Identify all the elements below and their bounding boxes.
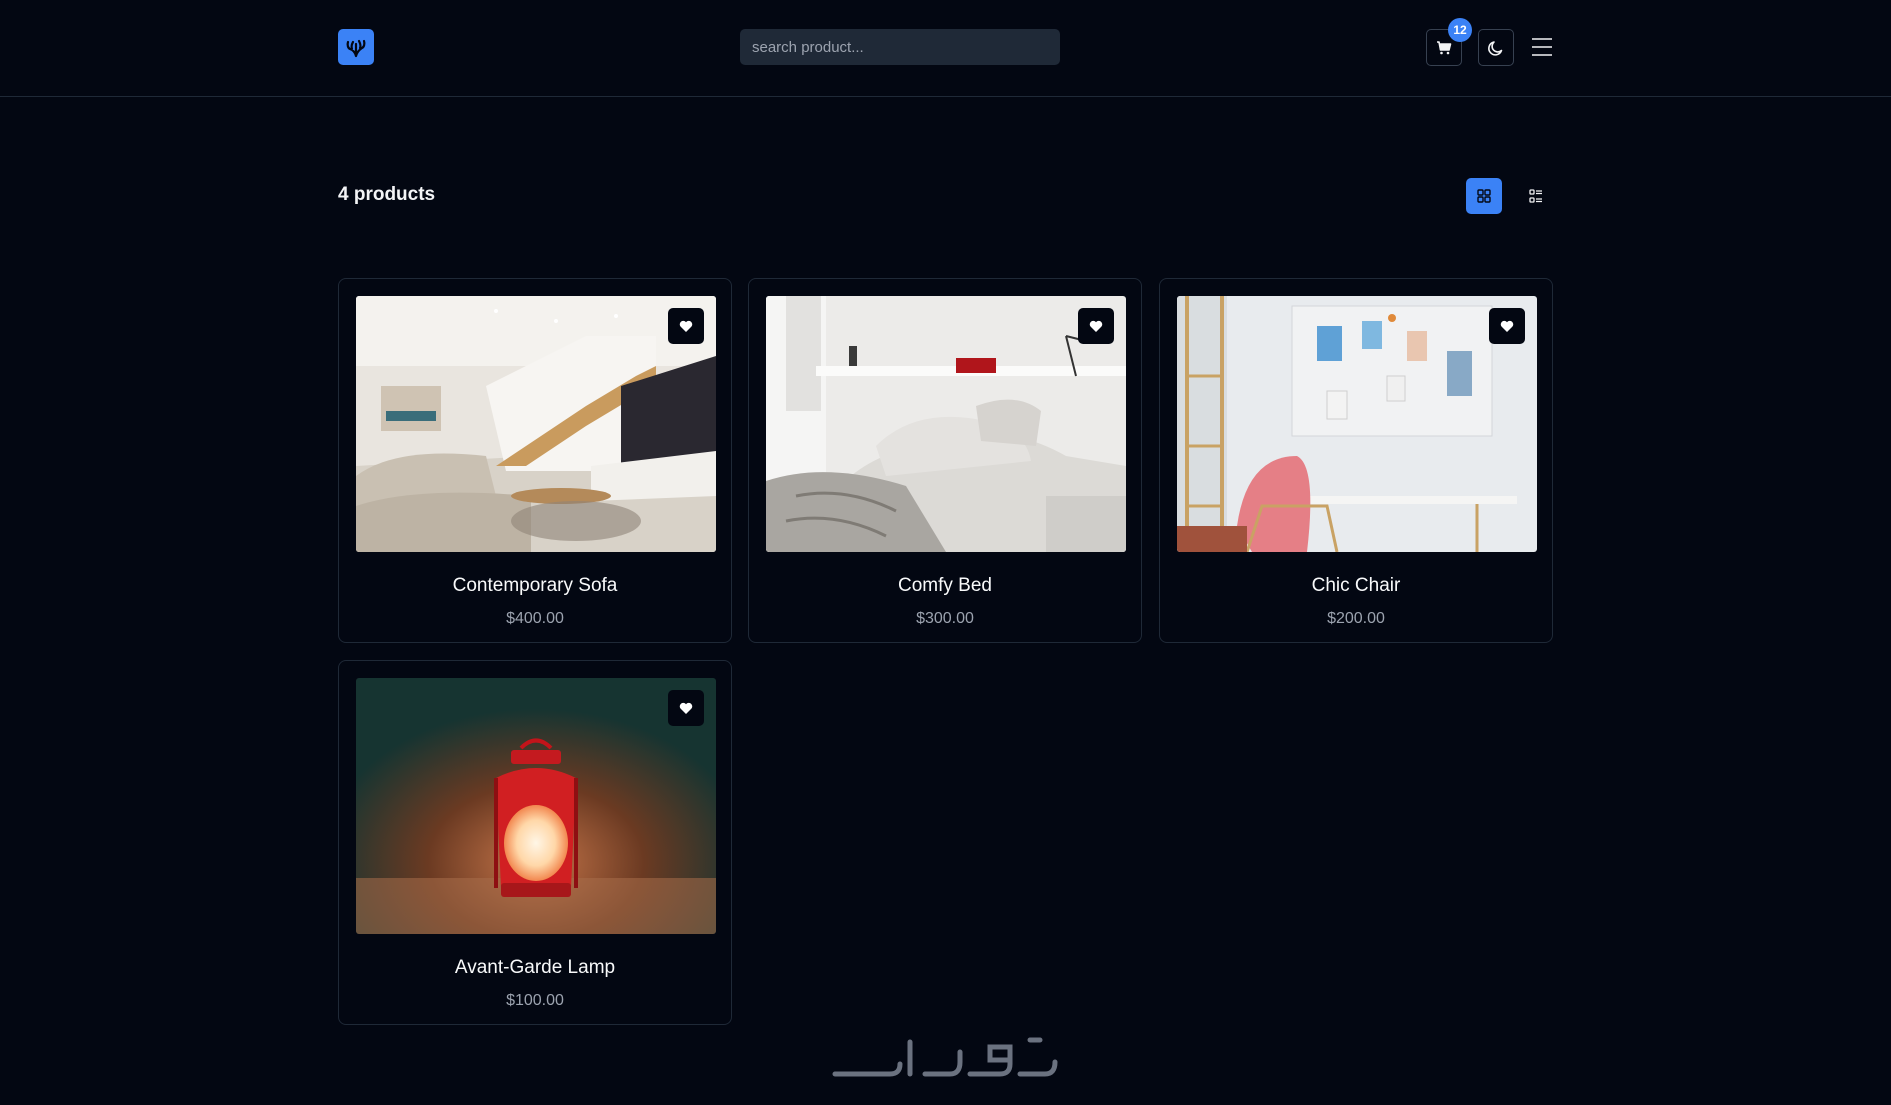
product-image[interactable]	[356, 296, 716, 552]
product-image[interactable]	[1177, 296, 1537, 552]
hamburger-menu-icon	[1532, 38, 1552, 56]
list-icon	[1529, 189, 1542, 203]
theme-toggle-button[interactable]	[1478, 29, 1514, 66]
product-card[interactable]: Contemporary Sofa $400.00	[338, 278, 732, 643]
product-name[interactable]: Chic Chair	[1160, 575, 1552, 597]
product-name[interactable]: Avant-Garde Lamp	[339, 957, 731, 979]
product-card[interactable]: Chic Chair $200.00	[1159, 278, 1553, 643]
product-price: $400.00	[506, 610, 564, 627]
grid-view-button[interactable]	[1466, 178, 1502, 214]
cart-count-badge: 12	[1448, 18, 1472, 42]
product-image[interactable]	[766, 296, 1126, 552]
favorite-button[interactable]	[1489, 308, 1525, 344]
desk-chair-studio-image	[1177, 296, 1537, 552]
heart-icon	[1500, 320, 1514, 332]
heart-icon	[1089, 320, 1103, 332]
heart-icon	[679, 320, 693, 332]
list-view-button[interactable]	[1518, 178, 1554, 214]
product-card[interactable]: Comfy Bed $300.00	[748, 278, 1142, 643]
product-card[interactable]: Avant-Garde Lamp $100.00	[338, 660, 732, 1025]
favorite-button[interactable]	[668, 690, 704, 726]
watermark-logo	[832, 1037, 1058, 1077]
grid-icon	[1477, 189, 1491, 203]
menu-button[interactable]	[1530, 34, 1554, 60]
top-navbar: 12	[0, 0, 1891, 97]
search-input[interactable]	[740, 29, 1060, 65]
product-price: $200.00	[1327, 610, 1385, 627]
product-count: 4 products	[338, 184, 436, 205]
favorite-button[interactable]	[1078, 308, 1114, 344]
coral-logo-icon	[346, 39, 366, 58]
product-name[interactable]: Comfy Bed	[749, 575, 1141, 597]
favorite-button[interactable]	[668, 308, 704, 344]
cart-icon	[1437, 40, 1452, 54]
white-bedroom-image	[766, 296, 1126, 552]
product-name[interactable]: Contemporary Sofa	[339, 575, 731, 597]
heart-icon	[679, 702, 693, 714]
red-lantern-image	[356, 678, 716, 934]
logo[interactable]	[338, 29, 374, 65]
living-room-sofa-image	[356, 296, 716, 552]
product-price: $100.00	[506, 992, 564, 1009]
product-image[interactable]	[356, 678, 716, 934]
product-price: $300.00	[916, 610, 974, 627]
moon-icon	[1488, 40, 1503, 56]
